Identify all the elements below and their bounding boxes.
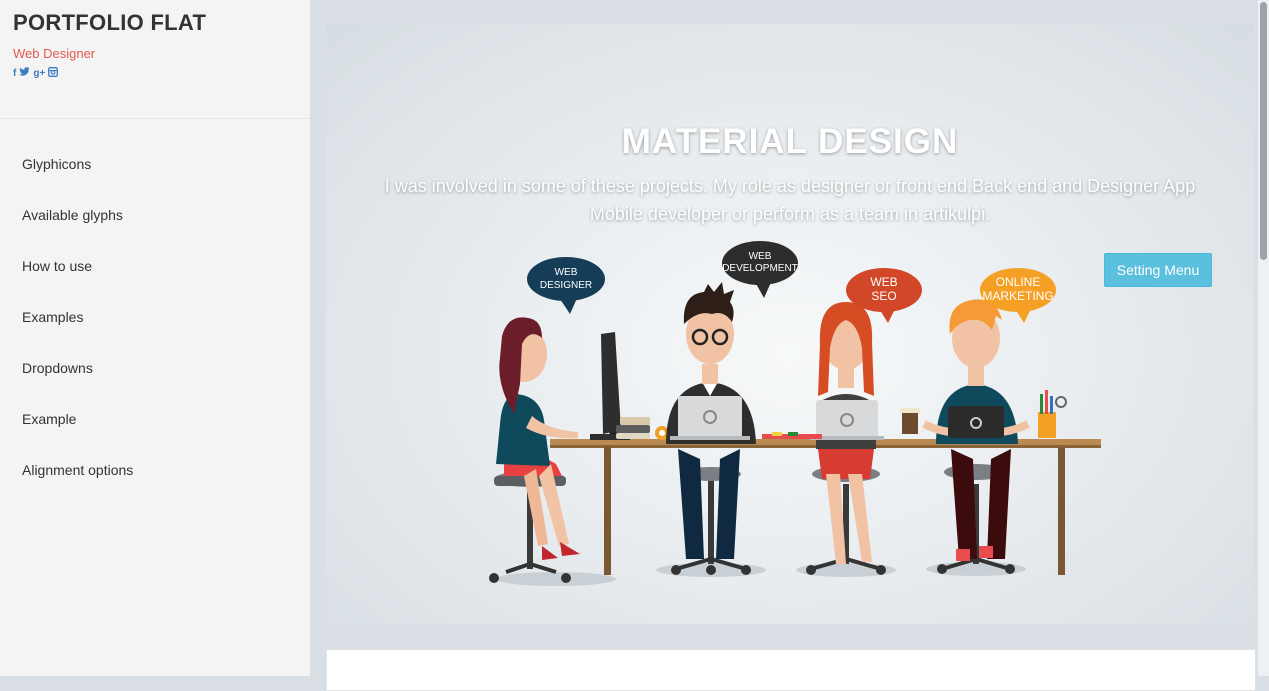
team-illustration: WEB DESIGNER WEB DEVELOPMENT WEB SEO ONL… bbox=[489, 241, 1101, 586]
sidebar-item-glyphicons[interactable]: Glyphicons bbox=[0, 139, 310, 190]
bubble-web-development-line2: DEVELOPMENT bbox=[722, 263, 798, 274]
facebook-icon[interactable]: f bbox=[13, 68, 16, 79]
bubble-web-development: WEB DEVELOPMENT bbox=[722, 241, 798, 298]
hero-banner: WEB DESIGNER WEB DEVELOPMENT WEB SEO ONL… bbox=[326, 24, 1254, 624]
person-1 bbox=[489, 317, 669, 583]
sidebar-item-example[interactable]: Example bbox=[0, 394, 310, 445]
sidebar: PORTFOLIO FLAT Web Designer f g+ Glyphic… bbox=[0, 0, 311, 676]
bubble-web-development-line1: WEB bbox=[749, 251, 772, 262]
scrollbar-thumb[interactable] bbox=[1260, 2, 1267, 260]
sidebar-nav: Glyphicons Available glyphs How to use E… bbox=[0, 139, 310, 496]
content-card bbox=[326, 649, 1256, 691]
instagram-icon[interactable] bbox=[48, 67, 59, 80]
sidebar-item-examples[interactable]: Examples bbox=[0, 292, 310, 343]
bubble-web-seo-line1: WEB bbox=[870, 275, 897, 289]
sidebar-item-how-to-use[interactable]: How to use bbox=[0, 241, 310, 292]
google-plus-icon[interactable]: g+ bbox=[33, 68, 45, 79]
brand-block: PORTFOLIO FLAT Web Designer f g+ bbox=[0, 0, 310, 119]
person-4 bbox=[922, 299, 1067, 574]
hero-description: I was involved in some of these projects… bbox=[384, 176, 1196, 224]
sidebar-item-dropdowns[interactable]: Dropdowns bbox=[0, 343, 310, 394]
bubble-web-designer-line1: WEB bbox=[555, 267, 578, 278]
bubble-online-marketing-line1: ONLINE bbox=[996, 275, 1041, 289]
bubble-web-designer-line2: DESIGNER bbox=[540, 280, 592, 291]
sidebar-item-available-glyphs[interactable]: Available glyphs bbox=[0, 190, 310, 241]
bubble-web-seo-line2: SEO bbox=[871, 289, 896, 303]
site-title[interactable]: PORTFOLIO FLAT bbox=[13, 10, 297, 36]
setting-menu-button[interactable]: Setting Menu bbox=[1104, 253, 1212, 287]
twitter-icon[interactable] bbox=[19, 67, 30, 80]
site-subtitle: Web Designer bbox=[13, 46, 96, 61]
bubble-web-designer: WEB DESIGNER bbox=[527, 257, 605, 314]
main-content: WEB DESIGNER WEB DEVELOPMENT WEB SEO ONL… bbox=[311, 0, 1258, 691]
hero-title: MATERIAL DESIGN bbox=[621, 122, 959, 161]
person-3 bbox=[806, 302, 920, 575]
page-scrollbar[interactable] bbox=[1258, 0, 1269, 676]
sidebar-item-alignment-options[interactable]: Alignment options bbox=[0, 445, 310, 496]
person-2 bbox=[666, 282, 756, 575]
social-links: f g+ bbox=[13, 67, 297, 80]
bubble-online-marketing-line2: MARKETING bbox=[982, 289, 1053, 303]
